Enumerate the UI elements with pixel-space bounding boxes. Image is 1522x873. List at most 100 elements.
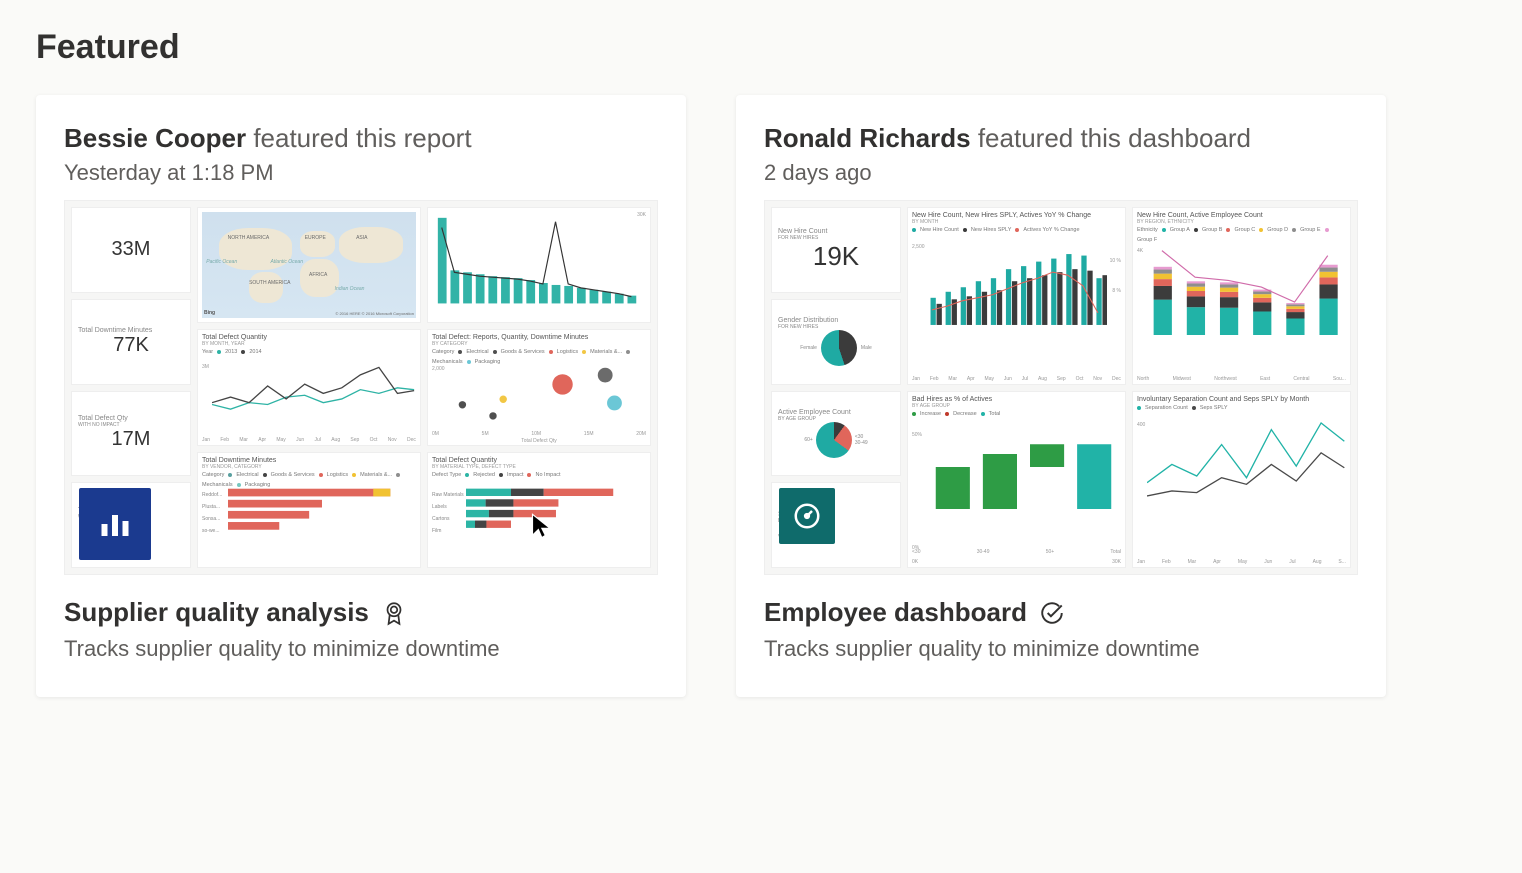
kpi-tile: Total Downtime Minutes 77K	[71, 299, 191, 385]
hbar-chart-icon	[228, 487, 416, 538]
tile-title: Total Downtime Minutes	[202, 457, 416, 464]
tile-title: Bad Hires as % of Actives	[912, 396, 1121, 403]
tile-subtitle: BY REGION, ETHNICITY	[1137, 219, 1346, 225]
map-label: EUROPE	[305, 235, 326, 241]
featured-action: featured this report	[253, 123, 471, 153]
report-thumbnail[interactable]: 33M Total Downtime Minutes 77K Total Def…	[64, 200, 658, 575]
map-label: Pacific Ocean	[206, 259, 237, 265]
card-title: Supplier quality analysis	[64, 597, 369, 628]
waterfall-chart-icon	[926, 428, 1121, 509]
scatter-chart-icon	[442, 364, 646, 429]
world-map: NORTH AMERICA EUROPE ASIA SOUTH AMERICA …	[202, 212, 416, 318]
featured-user: Ronald Richards	[764, 123, 971, 153]
axis-label: 400	[1137, 422, 1145, 428]
x-axis: JanFeb MarApr MayJun JulAug SepOct NovDe…	[202, 437, 416, 443]
legend-item: Logistics	[557, 349, 578, 355]
kpi-value: 77K	[78, 334, 184, 357]
legend-item: Electrical	[466, 349, 488, 355]
kpi-label: Total Downtime Minutes	[78, 327, 184, 334]
tile-subtitle: BY MONTH, YEAR	[202, 341, 416, 347]
card-description: Tracks supplier quality to minimize down…	[64, 634, 658, 665]
featured-card-report[interactable]: Bessie Cooper featured this report Yeste…	[36, 95, 686, 697]
pie-label: Female	[800, 345, 817, 351]
cursor-icon	[529, 512, 557, 540]
kpi-value: 33M	[78, 238, 184, 261]
featured-timestamp: Yesterday at 1:18 PM	[64, 160, 658, 186]
legend-item: Electrical	[236, 472, 258, 478]
gauge-icon	[792, 501, 822, 531]
featured-user: Bessie Cooper	[64, 123, 246, 153]
pie-tile-gender: Gender Distribution FOR NEW HIRES Female…	[771, 299, 901, 385]
legend-item: Seps SPLY	[1200, 405, 1228, 411]
tile-subtitle: BY MONTH	[912, 219, 1121, 225]
bar-chart-tile: 30K	[427, 207, 651, 323]
featured-card-dashboard[interactable]: Ronald Richards featured this dashboard …	[736, 95, 1386, 697]
legend-item: Goods & Services	[271, 472, 315, 478]
pie-chart-icon	[821, 330, 857, 366]
axis-title: Total Defect Qty	[428, 438, 650, 444]
card-title: Employee dashboard	[764, 597, 1027, 628]
grouped-bar-chart-icon	[926, 242, 1107, 325]
x-axis: <3030-49 50+Total	[912, 549, 1121, 555]
line-chart-icon	[212, 360, 416, 425]
legend-item: Decrease	[953, 411, 977, 417]
pie-label: Male	[861, 345, 872, 351]
axis-label: 3M	[202, 364, 209, 370]
tile-title: Total Defect Quantity	[202, 334, 416, 341]
kpi-label: Total Defect Qty	[78, 415, 184, 422]
section-title: Featured	[36, 28, 1486, 67]
map-tile: NORTH AMERICA EUROPE ASIA SOUTH AMERICA …	[197, 207, 421, 323]
map-label: NORTH AMERICA	[228, 235, 270, 241]
chart-legend: Year 2013 2014	[202, 349, 416, 355]
legend-item: Group D	[1267, 227, 1288, 233]
legend-item: Materials &...	[590, 349, 622, 355]
legend-item: Group F	[1137, 237, 1157, 243]
axis-label: 8 %	[1112, 288, 1121, 294]
line-chart-tile: Total Defect Quantity BY MONTH, YEAR Yea…	[197, 329, 421, 445]
legend-item: Total	[989, 411, 1001, 417]
x-axis: JanFeb MarApr MayJun JulAug S...	[1137, 559, 1346, 565]
map-label: AFRICA	[309, 272, 327, 278]
legend-item: Separation Count	[1145, 405, 1188, 411]
tile-subtitle: BY AGE GROUP	[912, 403, 1121, 409]
map-label: ASIA	[356, 235, 367, 241]
tile-title: Total Defect: Reports, Quantity, Downtim…	[432, 334, 646, 341]
legend-item: No Impact	[535, 472, 560, 478]
map-provider: Bing	[204, 310, 215, 316]
x-axis: JanFeb MarApr MayJun JulAug SepOct NovDe…	[912, 376, 1121, 382]
card-title-row: Supplier quality analysis	[64, 597, 658, 628]
legend-item: Group B	[1202, 227, 1222, 233]
featured-action: featured this dashboard	[978, 123, 1251, 153]
tile-subtitle: BY MATERIAL TYPE, DEFECT TYPE	[432, 464, 646, 470]
legend-item: Group A	[1170, 227, 1190, 233]
legend-item: Group C	[1234, 227, 1255, 233]
featured-by-line: Bessie Cooper featured this report	[64, 123, 658, 154]
chart-legend: Category Electrical Goods & Services Log…	[202, 472, 416, 488]
chart-legend: New Hire Count New Hires SPLY Actives Yo…	[912, 227, 1121, 233]
axis-label: 10 %	[1110, 258, 1121, 264]
legend-item: Materials &...	[360, 472, 392, 478]
kpi-tile: Total Defect Qty WITH NO IMPACT 17M	[71, 391, 191, 477]
legend-item: Impact	[507, 472, 524, 478]
bar-chart-icon	[432, 212, 646, 309]
dashboard-thumbnail[interactable]: New Hire Count FOR NEW HIRES 19K Gender …	[764, 200, 1358, 575]
map-label: Indian Ocean	[335, 286, 365, 292]
verified-check-icon	[1039, 600, 1065, 626]
map-label: SOUTH AMERICA	[249, 280, 290, 286]
map-attribution: © 2016 HERE © 2016 Microsoft Corporation	[335, 311, 414, 316]
tile-title: Involuntary Separation Count and Seps SP…	[1137, 396, 1346, 403]
pie-tile-age: Active Employee Count BY AGE GROUP 60+ <…	[771, 391, 901, 477]
chart-legend: Category Electrical Goods & Services Log…	[432, 349, 646, 365]
featured-timestamp: 2 days ago	[764, 160, 1358, 186]
axis-label: 4K	[1137, 248, 1143, 254]
kpi-column: New Hire Count FOR NEW HIRES 19K Gender …	[771, 207, 901, 385]
legend-item: 2013	[225, 349, 237, 355]
hbar-chart-tile: Total Downtime Minutes BY VENDOR, CATEGO…	[197, 452, 421, 568]
report-type-icon	[79, 488, 151, 560]
pie-label: 30-49	[855, 440, 868, 446]
chart-legend: Ethnicity Group A Group B Group C Group …	[1137, 227, 1346, 243]
tile-subtitle: BY VENDOR, CATEGORY	[202, 464, 416, 470]
grouped-bar-tile: New Hire Count, New Hires SPLY, Actives …	[907, 207, 1126, 385]
waterfall-chart-tile: Bad Hires as % of Actives BY AGE GROUP I…	[907, 391, 1126, 569]
tile-title: Total Defect Quantity	[432, 457, 646, 464]
